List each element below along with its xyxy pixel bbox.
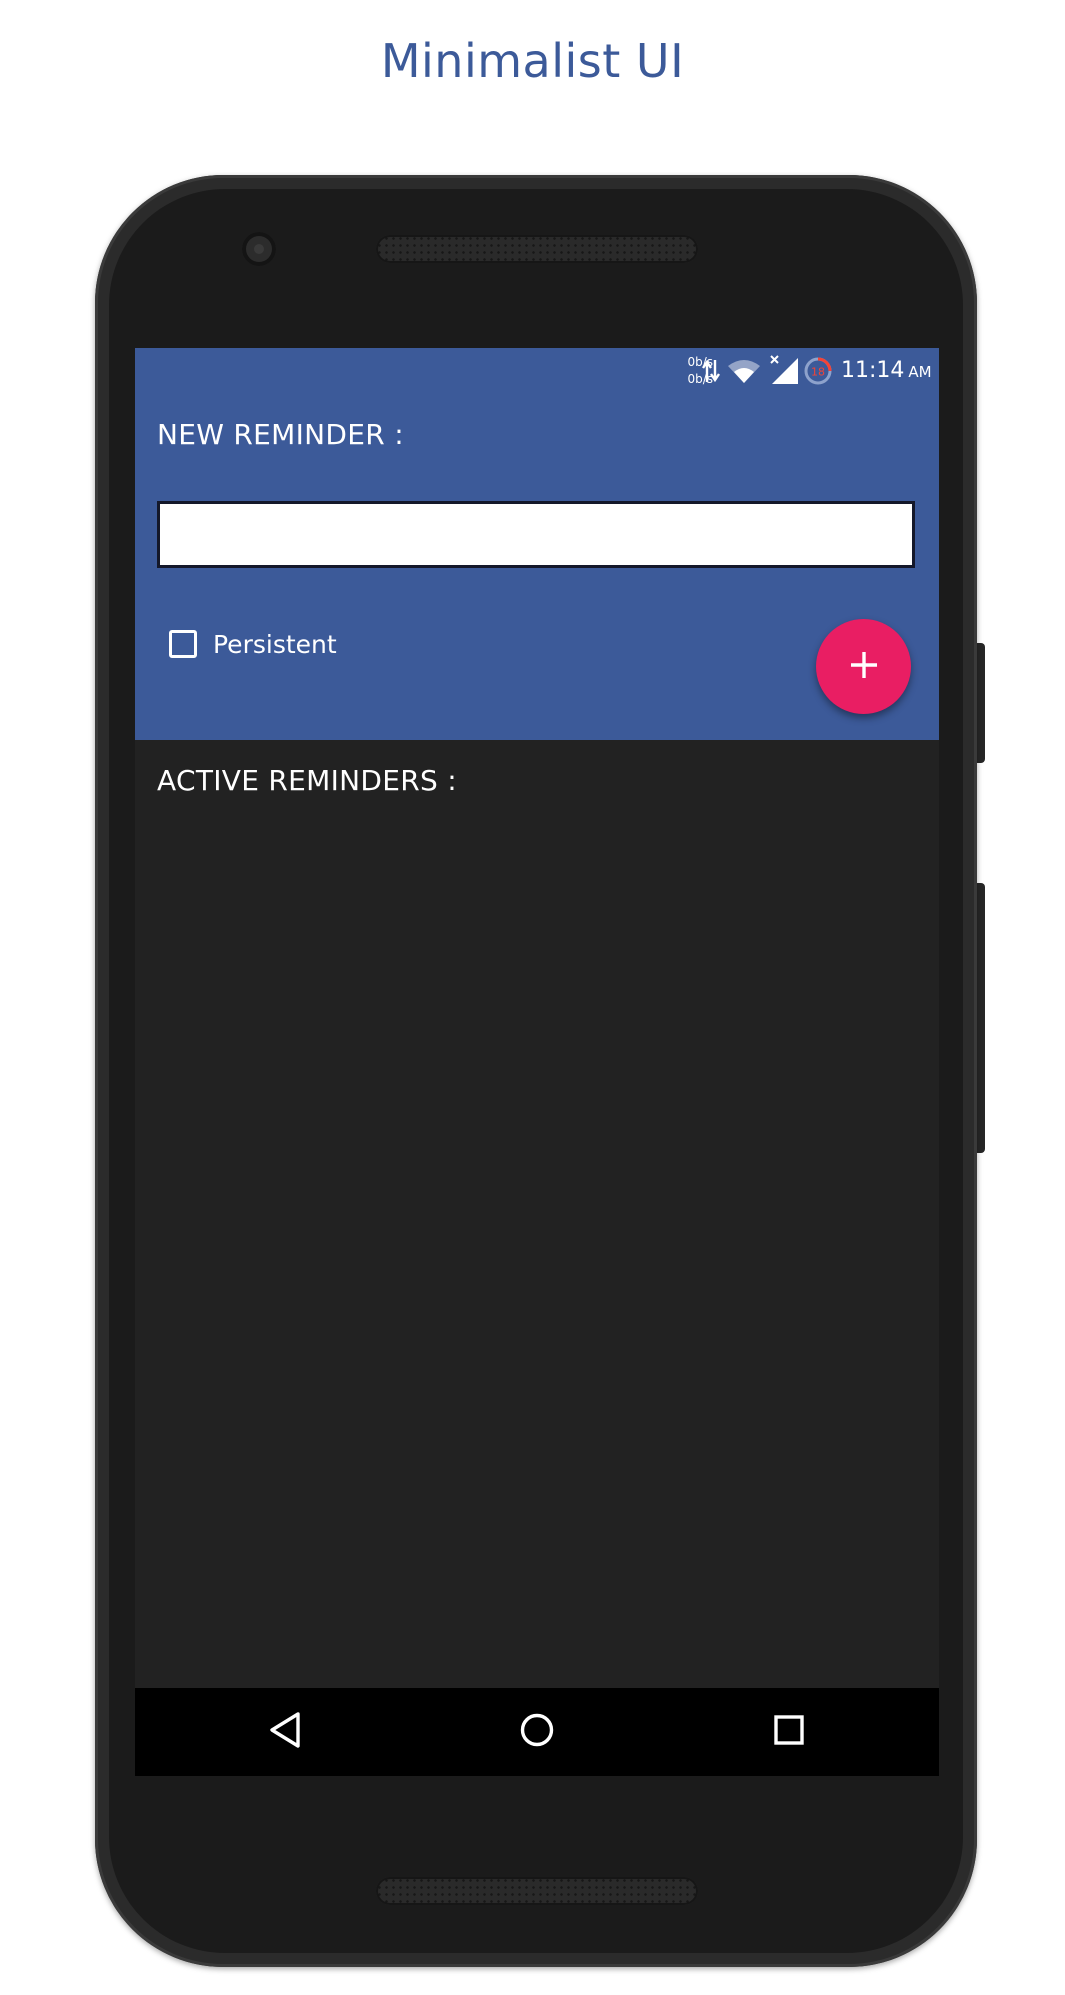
clock-ampm: AM bbox=[908, 363, 932, 381]
plus-icon bbox=[849, 650, 879, 684]
active-reminders-list bbox=[135, 818, 939, 1288]
phone-screen: 0b/s 0b/s 18 11:14 AM NEW REMINDER: Per… bbox=[135, 348, 939, 1776]
battery-level-text: 18 bbox=[811, 366, 825, 379]
back-button[interactable] bbox=[263, 1710, 307, 1754]
front-camera bbox=[242, 232, 276, 266]
battery-saver-icon: 18 bbox=[803, 356, 833, 390]
wifi-icon bbox=[727, 358, 761, 388]
status-clock: 11:14 AM bbox=[841, 358, 932, 383]
active-reminders-heading: ACTIVE REMINDERS : bbox=[157, 764, 458, 797]
data-transfer-icon bbox=[701, 358, 721, 388]
back-icon bbox=[268, 1711, 302, 1753]
persistent-checkbox[interactable] bbox=[169, 630, 197, 658]
persistent-toggle[interactable]: Persistent bbox=[169, 626, 337, 662]
bottom-speaker-grille bbox=[376, 1877, 698, 1905]
signal-icon bbox=[769, 354, 799, 390]
clock-time: 11:14 bbox=[841, 358, 905, 383]
recents-icon bbox=[773, 1714, 805, 1750]
new-reminder-panel: 0b/s 0b/s 18 11:14 AM NEW REMINDER: Per… bbox=[135, 348, 939, 740]
navigation-bar bbox=[135, 1688, 939, 1776]
home-button[interactable] bbox=[515, 1710, 559, 1754]
top-speaker-grille bbox=[376, 235, 698, 263]
home-icon bbox=[519, 1712, 555, 1752]
reminder-text-input[interactable] bbox=[157, 501, 915, 568]
recents-button[interactable] bbox=[767, 1710, 811, 1754]
persistent-label: Persistent bbox=[213, 629, 337, 659]
new-reminder-heading: NEW REMINDER : bbox=[157, 418, 404, 451]
status-bar: 0b/s 0b/s 18 11:14 AM bbox=[135, 348, 939, 394]
promo-title: Minimalist UI bbox=[380, 34, 685, 88]
add-reminder-button[interactable] bbox=[816, 619, 911, 714]
